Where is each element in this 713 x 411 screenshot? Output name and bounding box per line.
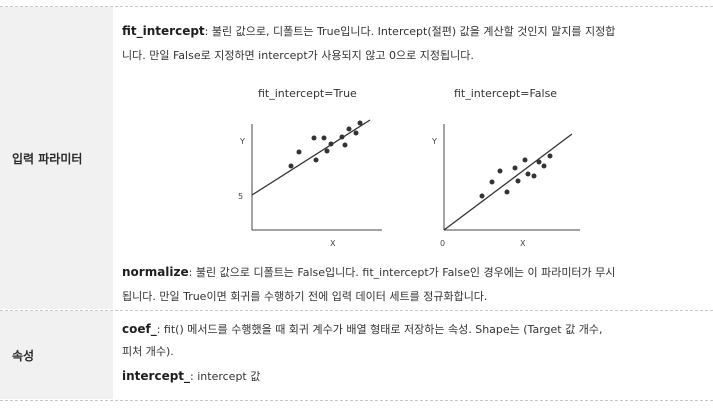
params-label-cell: 입력 파라미터 <box>0 7 113 309</box>
coef-desc: coef_: fit() 메서드를 수행했을 때 회귀 계수가 배열 형태로 저… <box>122 320 702 386</box>
x-axis-label: X <box>520 239 526 248</box>
y-axis-label: Y <box>239 137 245 146</box>
params-label: 입력 파라미터 <box>12 151 83 166</box>
data-point <box>339 134 345 140</box>
data-point <box>324 148 330 154</box>
table-bottom-rule <box>0 400 713 401</box>
chart-title: fit_intercept=False <box>454 87 557 100</box>
intercept-line: intercept_: intercept 값 <box>122 367 702 386</box>
data-point <box>515 178 521 184</box>
attrs-label-cell: 속성 <box>0 311 113 399</box>
intercept-term: intercept_ <box>122 369 191 383</box>
data-point <box>288 163 294 169</box>
chart-fit-intercept-false: fit_intercept=False Y X 0 <box>431 87 580 248</box>
data-point <box>547 153 553 159</box>
chart-title: fit_intercept=True <box>258 87 357 100</box>
normalize-term: normalize <box>122 265 189 279</box>
coef-line1: coef_: fit() 메서드를 수행했을 때 회귀 계수가 배열 형태로 저… <box>122 320 702 339</box>
data-point <box>313 157 319 163</box>
document-page: 입력 파라미터 fit_intercept: 불린 값으로, 디폴트는 True… <box>0 0 713 411</box>
attrs-label: 속성 <box>12 348 35 363</box>
data-point <box>512 165 518 171</box>
normalize-text2: 됩니다. 만일 True이면 회귀를 수행하기 전에 입력 데이터 세트를 정규… <box>122 290 488 303</box>
chart-fit-intercept-true: fit_intercept=True Y X 5 <box>238 87 382 248</box>
fit-intercept-text2: 니다. 만일 False로 지정하면 intercept가 사용되지 않고 0으… <box>122 49 474 62</box>
normalize-line1: normalize: 불린 값으로 디폴트는 False입니다. fit_int… <box>122 263 702 282</box>
data-point <box>296 149 302 155</box>
data-point <box>346 126 352 132</box>
coef-text1: : fit() 메서드를 수행했을 때 회귀 계수가 배열 형태로 저장하는 속… <box>156 323 603 336</box>
regression-line <box>251 119 371 196</box>
data-point <box>489 179 495 185</box>
data-point <box>357 120 363 126</box>
data-point <box>321 135 327 141</box>
origin-label: 0 <box>440 239 445 248</box>
data-point <box>328 141 334 147</box>
coef-term: coef_ <box>122 322 157 336</box>
regression-line <box>443 133 573 231</box>
fit-intercept-line1: fit_intercept: 불린 값으로, 디폴트는 True입니다. Int… <box>122 22 702 41</box>
data-point <box>342 142 348 148</box>
coef-text2: 피처 개수). <box>122 345 174 358</box>
fit-intercept-desc: fit_intercept: 불린 값으로, 디폴트는 True입니다. Int… <box>122 22 702 65</box>
normalize-text1: : 불린 값으로 디폴트는 False입니다. fit_intercept가 F… <box>188 266 616 279</box>
data-point <box>522 157 528 163</box>
intercept-label: 5 <box>238 192 243 201</box>
intercept-text1: : intercept 값 <box>190 370 261 383</box>
data-point <box>311 135 317 141</box>
fit-intercept-text1: : 불린 값으로, 디폴트는 True입니다. Intercept(절편) 값을… <box>204 25 616 38</box>
normalize-desc: normalize: 불린 값으로 디폴트는 False입니다. fit_int… <box>122 263 702 306</box>
fit-intercept-term: fit_intercept <box>122 24 205 38</box>
data-point <box>531 173 537 179</box>
data-point <box>479 193 485 199</box>
data-point <box>504 189 510 195</box>
x-axis-label: X <box>330 239 336 248</box>
y-axis-label: Y <box>431 137 437 146</box>
data-point <box>497 168 503 174</box>
data-point <box>541 163 547 169</box>
data-point <box>353 130 359 136</box>
data-point <box>536 159 542 165</box>
data-point <box>525 171 531 177</box>
